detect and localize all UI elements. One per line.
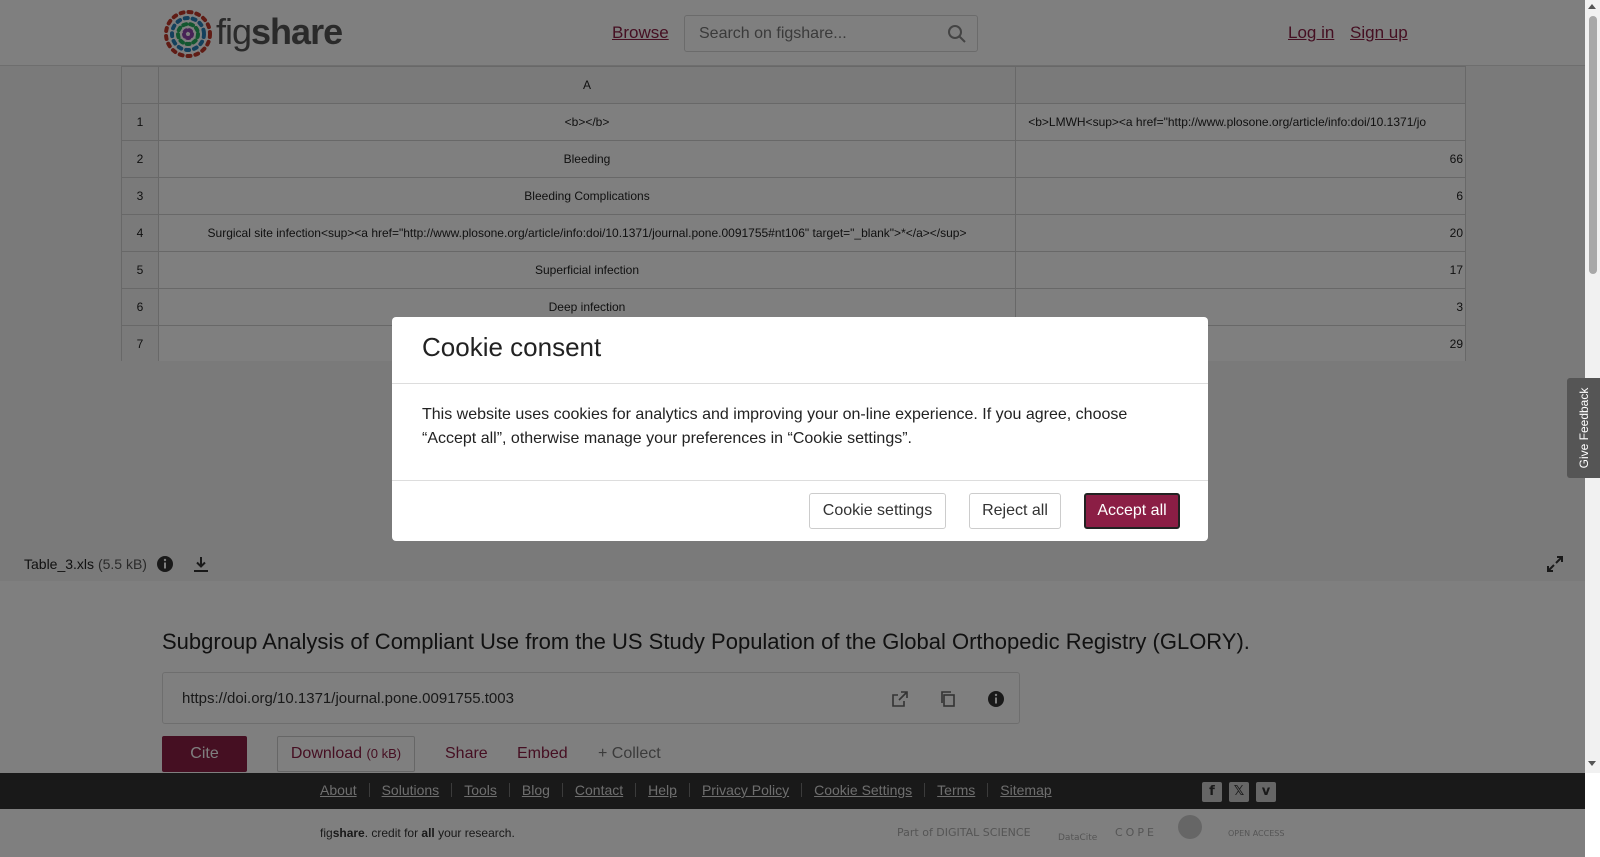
modal-divider xyxy=(392,480,1208,481)
modal-title: Cookie consent xyxy=(422,332,602,362)
modal-divider xyxy=(392,383,1208,384)
modal-body: This website uses cookies for analytics … xyxy=(422,406,1128,447)
cookie-consent-dialog: Cookie consent This website uses cookies… xyxy=(392,317,1208,541)
scroll-down-arrow-icon[interactable] xyxy=(1588,761,1596,766)
give-feedback-tab[interactable]: Give Feedback xyxy=(1567,378,1600,478)
scroll-up-arrow-icon[interactable] xyxy=(1588,4,1596,9)
cookie-settings-button[interactable]: Cookie settings xyxy=(809,493,946,529)
scroll-thumb[interactable] xyxy=(1589,16,1597,274)
reject-all-button[interactable]: Reject all xyxy=(969,493,1061,529)
accept-all-button[interactable]: Accept all xyxy=(1084,493,1180,529)
